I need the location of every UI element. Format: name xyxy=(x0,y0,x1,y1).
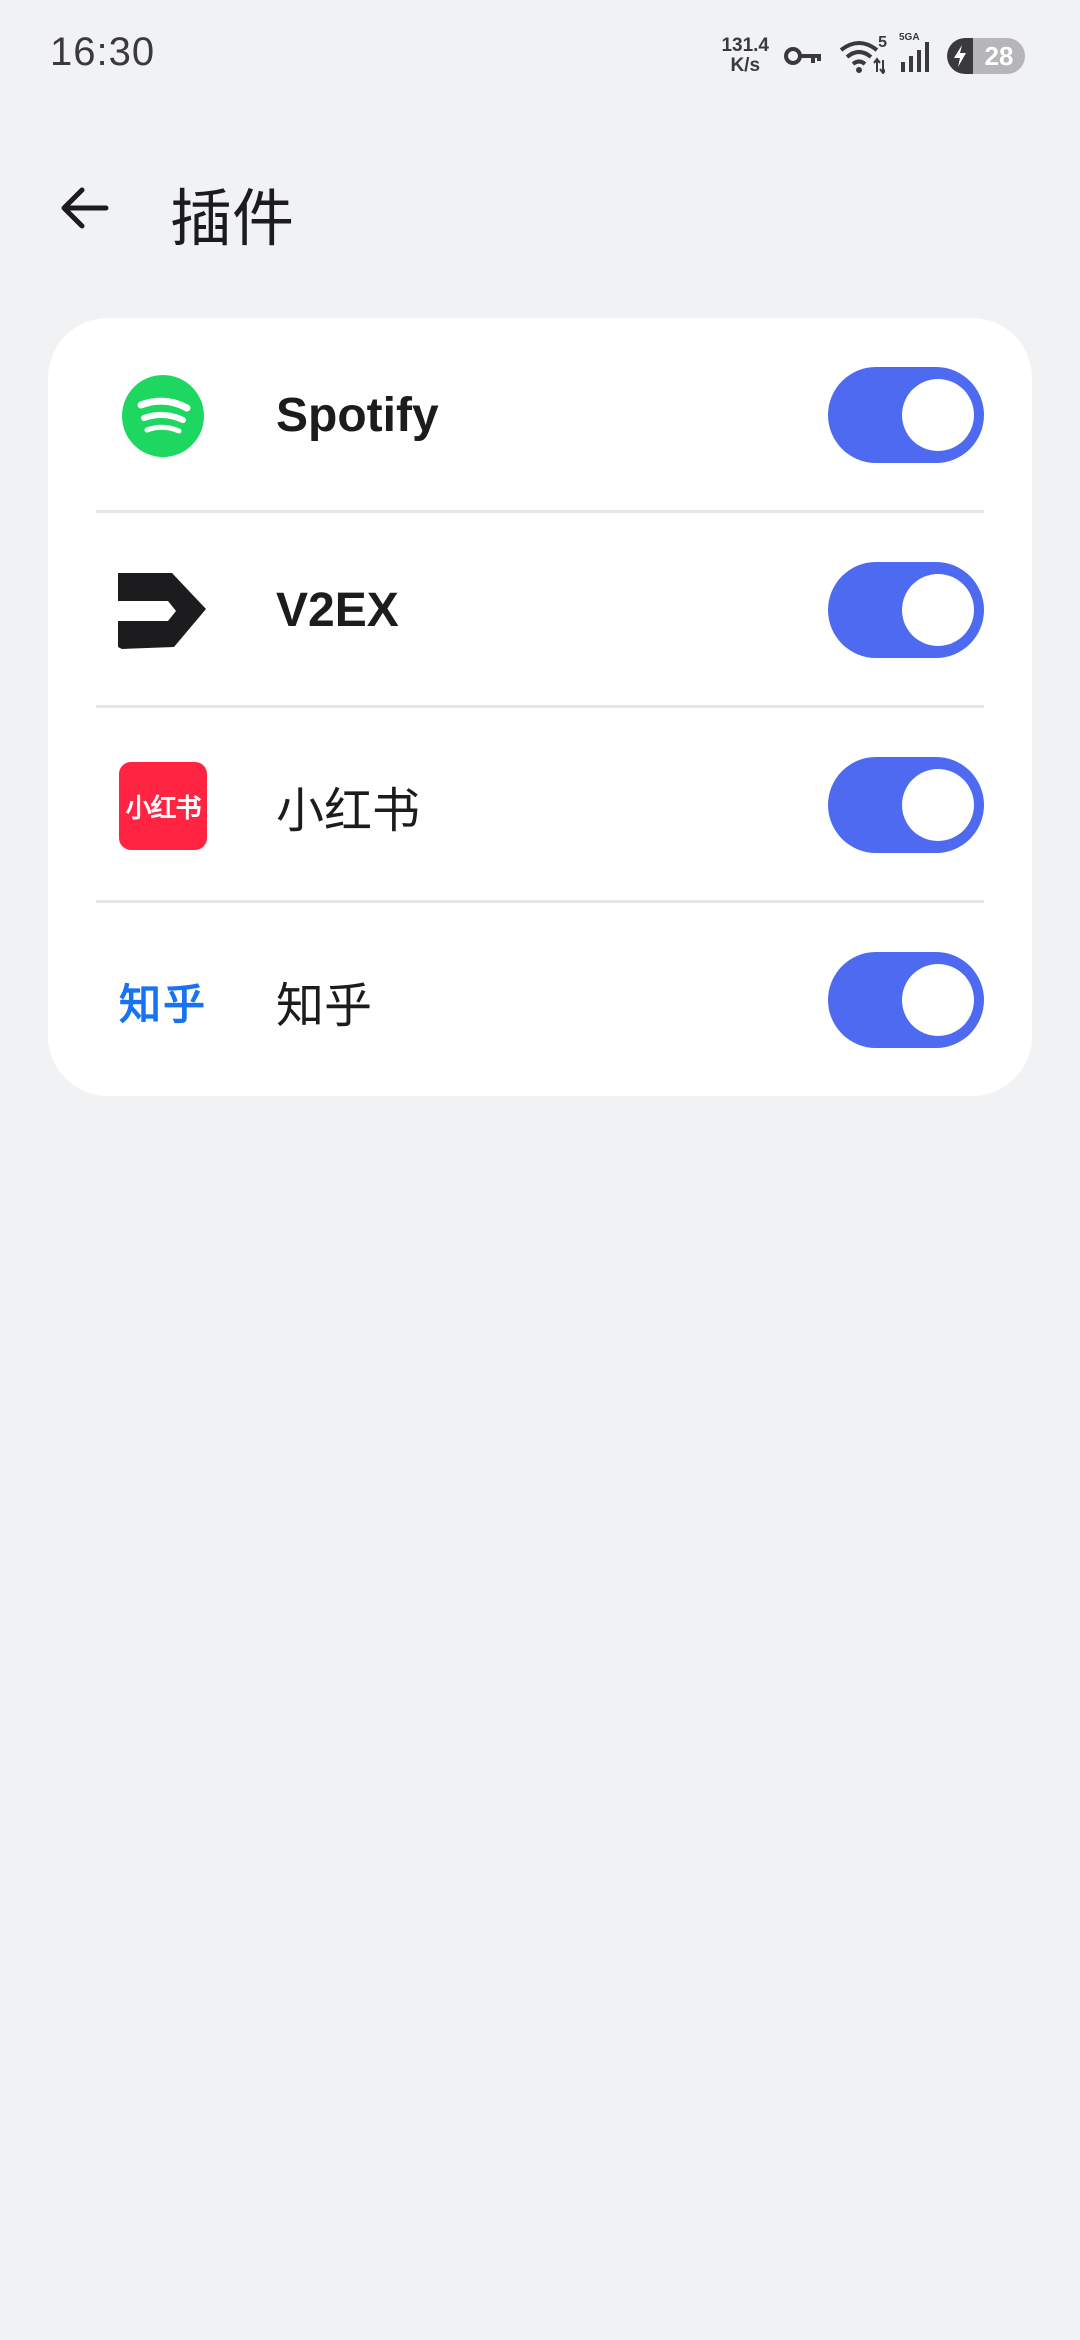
arrow-left-icon xyxy=(61,187,109,229)
network-speed: 131.4 K/s xyxy=(721,36,769,76)
status-icons: 131.4 K/s 5 5GA 28 xyxy=(721,32,1025,80)
page-title: 插件 xyxy=(170,185,295,254)
status-bar: 16:30 131.4 K/s 5 5GA 28 xyxy=(0,0,1080,110)
zhihu-logo-text: 知乎 xyxy=(118,980,207,1028)
plugin-list: Spotify V2EX 小红书 小红书 知乎 知乎 xyxy=(48,318,1032,1096)
xiaohongshu-badge: 小红书 xyxy=(119,762,207,850)
list-item-spotify: Spotify xyxy=(48,318,1032,513)
v2ex-toggle[interactable] xyxy=(828,562,984,658)
network-speed-value: 131.4 xyxy=(721,35,769,56)
back-button[interactable] xyxy=(48,172,120,244)
plugin-name: V2EX xyxy=(276,584,399,637)
toggle-knob xyxy=(902,769,974,841)
xiaohongshu-toggle[interactable] xyxy=(828,757,984,853)
list-item-zhihu: 知乎 知乎 xyxy=(48,903,1032,1096)
vpn-key-icon xyxy=(783,44,823,68)
toggle-knob xyxy=(902,379,974,451)
plugin-name: 小红书 xyxy=(276,784,421,838)
network-speed-unit: K/s xyxy=(730,55,761,76)
battery-level: 28 xyxy=(984,40,1014,71)
wifi-icon: 5 xyxy=(837,34,887,74)
zhihu-toggle[interactable] xyxy=(828,952,984,1048)
wifi-badge: 5 xyxy=(878,34,887,51)
toggle-knob xyxy=(902,964,974,1036)
status-time: 16:30 xyxy=(50,30,156,74)
v2ex-logo-icon xyxy=(118,566,208,656)
spotify-logo-icon xyxy=(118,371,208,461)
battery-indicator: 28 xyxy=(947,38,1025,74)
list-item-v2ex: V2EX xyxy=(48,513,1032,708)
plugin-name: 知乎 xyxy=(276,979,373,1033)
cellular-badge: 5GA xyxy=(899,32,920,43)
list-item-xiaohongshu: 小红书 小红书 xyxy=(48,708,1032,903)
app-bar: 插件 xyxy=(0,150,1080,260)
xiaohongshu-logo-icon: 小红书 xyxy=(118,761,208,851)
spotify-toggle[interactable] xyxy=(828,367,984,463)
zhihu-logo-icon: 知乎 xyxy=(118,956,208,1046)
cellular-signal-icon: 5GA xyxy=(899,32,933,74)
charging-bolt-icon xyxy=(947,38,973,74)
toggle-knob xyxy=(902,574,974,646)
plugin-name: Spotify xyxy=(276,389,439,442)
